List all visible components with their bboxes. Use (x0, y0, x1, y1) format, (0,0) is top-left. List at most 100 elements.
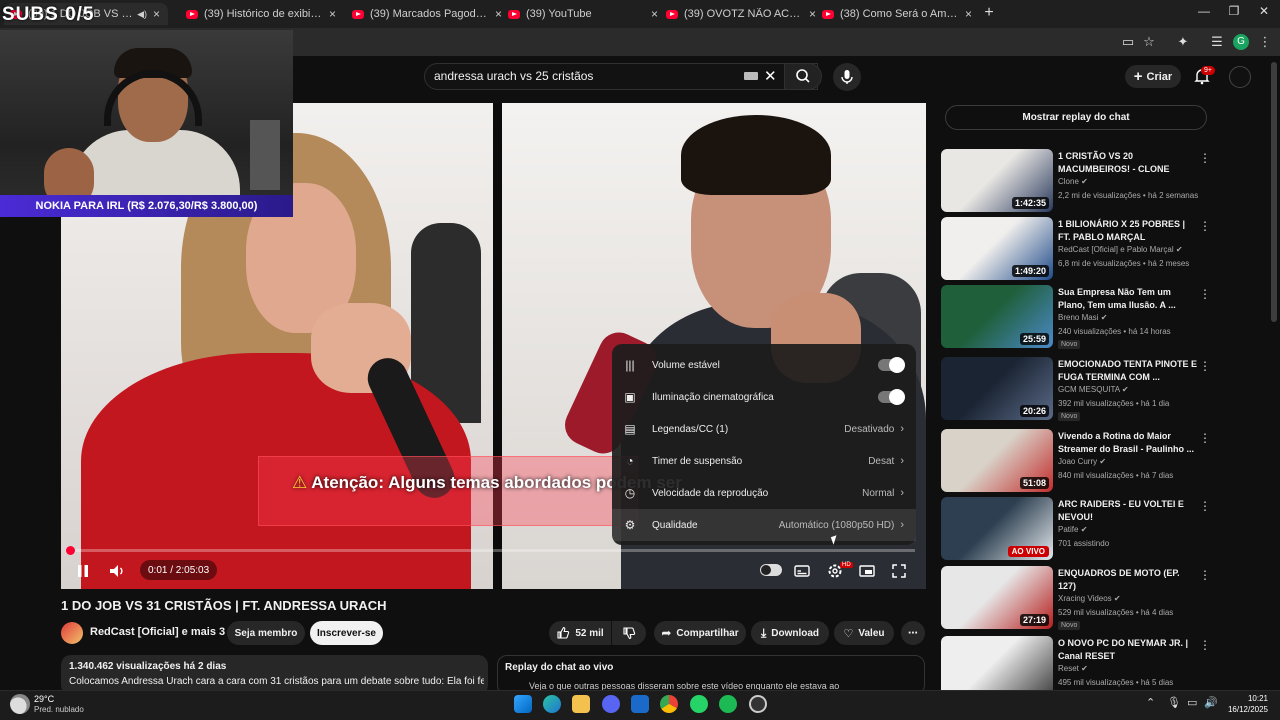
discord-icon[interactable] (602, 695, 620, 713)
clear-search-icon[interactable]: ✕ (764, 67, 777, 85)
download-button[interactable]: ⤓ Download (751, 621, 829, 645)
file-explorer-icon[interactable] (572, 695, 590, 713)
progress-bar[interactable] (70, 549, 915, 552)
recommended-video[interactable]: 1:49:20 1 BILIONÁRIO X 25 POBRES | FT. PA… (941, 217, 1211, 281)
video-thumbnail[interactable]: 51:08 (941, 429, 1053, 492)
browser-menu-icon[interactable]: ⋮ (1257, 34, 1273, 50)
whatsapp-icon[interactable] (690, 695, 708, 713)
settings-row[interactable]: ▣ Iluminação cinematográfica (612, 381, 916, 413)
tab-close-icon[interactable]: × (329, 7, 336, 21)
recommended-video[interactable]: 25:59 Sua Empresa Não Tem um Plano, Tem u… (941, 285, 1211, 349)
recommended-video[interactable]: 51:08 Vivendo a Rotina do Maior Streamer … (941, 429, 1211, 493)
profile-avatar-icon[interactable]: G (1233, 34, 1249, 50)
subscribe-button[interactable]: Inscrever-se (310, 621, 383, 645)
mute-button[interactable] (106, 560, 128, 582)
bookmark-star-icon[interactable]: ☆ (1141, 34, 1157, 50)
settings-row[interactable]: ◔ Timer de suspensão Desat › (612, 445, 916, 477)
tab-close-icon[interactable]: × (495, 7, 502, 21)
more-options-icon[interactable]: ⋮ (1199, 219, 1211, 233)
recommended-channel[interactable]: Clone ✔ (1058, 177, 1088, 186)
recommended-video[interactable]: 20:26 EMOCIONADO TENTA PINOTE E FUGA TERM… (941, 357, 1211, 421)
create-button[interactable]: + Criar (1125, 65, 1181, 88)
minimize-button[interactable]: — (1194, 4, 1214, 18)
channel-avatar[interactable] (61, 622, 83, 644)
start-windows-icon[interactable] (514, 695, 532, 713)
pause-button[interactable] (72, 560, 94, 582)
more-options-icon[interactable]: ⋮ (1199, 359, 1211, 373)
edge-browser-icon[interactable] (543, 695, 561, 713)
browser-tab[interactable]: (38) Como Será o Amanhã | Ma × (816, 3, 980, 25)
new-tab-button[interactable]: + (980, 4, 998, 22)
account-avatar[interactable] (1229, 66, 1251, 88)
settings-row[interactable]: ◷ Velocidade da reprodução Normal › (612, 477, 916, 509)
settings-toggle[interactable] (878, 357, 905, 373)
recommended-title[interactable]: Vivendo a Rotina do Maior Streamer do Br… (1058, 430, 1198, 456)
recommended-title[interactable]: EMOCIONADO TENTA PINOTE E FUGA TERMINA C… (1058, 358, 1198, 384)
speaker-icon[interactable]: 🔊 (1204, 696, 1218, 709)
reading-list-icon[interactable]: ☰ (1209, 34, 1225, 50)
more-options-icon[interactable]: ⋮ (1199, 568, 1211, 582)
tab-close-icon[interactable]: × (965, 7, 972, 21)
page-scrollbar[interactable] (1271, 62, 1277, 322)
show-chat-replay-button[interactable]: Mostrar replay do chat (945, 105, 1207, 130)
more-actions-button[interactable]: ⋯ (901, 621, 925, 645)
settings-row[interactable]: ||| Volume estável (612, 349, 916, 381)
tab-close-icon[interactable]: × (153, 7, 160, 21)
keyboard-icon[interactable] (744, 72, 758, 80)
video-thumbnail[interactable]: 25:59 (941, 285, 1053, 348)
taskbar-clock[interactable]: 10:21 16/12/2025 (1226, 693, 1268, 715)
obs-studio-icon[interactable] (749, 695, 767, 713)
video-thumbnail[interactable]: 20:26 (941, 357, 1053, 420)
cast-icon[interactable]: ▭ (1120, 34, 1136, 50)
maximize-button[interactable]: ❐ (1224, 4, 1244, 18)
search-button[interactable] (784, 63, 822, 90)
browser-tab[interactable]: (39) Marcados Pagode Gospel | × (346, 3, 510, 25)
recommended-channel[interactable]: Reset ✔ (1058, 664, 1088, 673)
browser-tab[interactable]: (39) OVOTZ NÃO ACREDITOU C × (660, 3, 824, 25)
recommended-title[interactable]: 1 BILIONÁRIO X 25 POBRES | FT. PABLO MAR… (1058, 218, 1198, 244)
settings-toggle[interactable] (878, 389, 905, 405)
thanks-button[interactable]: ♡ Valeu (834, 621, 894, 645)
recommended-channel[interactable]: RedCast [Oficial] e Pablo Marçal ✔ (1058, 245, 1183, 254)
more-options-icon[interactable]: ⋮ (1199, 287, 1211, 301)
chrome-browser-icon[interactable] (660, 695, 678, 713)
recommended-video[interactable]: 27:19 ENQUADROS DE MOTO (EP. 127) Xracing … (941, 566, 1211, 630)
more-options-icon[interactable]: ⋮ (1199, 499, 1211, 513)
network-icon[interactable]: ▭ (1187, 696, 1197, 709)
video-thumbnail[interactable]: 1:42:35 (941, 149, 1053, 212)
window-close-button[interactable]: ✕ (1254, 4, 1274, 18)
tray-overflow-chevron-icon[interactable]: ⌃ (1146, 696, 1155, 709)
voice-search-button[interactable] (833, 63, 861, 91)
spotify-icon[interactable] (719, 695, 737, 713)
settings-row[interactable]: ▤ Legendas/CC (1) Desativado › (612, 413, 916, 445)
video-thumbnail[interactable]: 27:19 (941, 566, 1053, 629)
share-button[interactable]: ➦ Compartilhar (654, 621, 746, 645)
browser-tab[interactable]: (39) YouTube × (502, 3, 666, 25)
browser-tab[interactable]: (39) Histórico de exibição - You × (180, 3, 344, 25)
recommended-title[interactable]: O NOVO PC DO NEYMAR JR. | Canal RESET (1058, 637, 1198, 663)
search-input[interactable]: andressa urach vs 25 cristãos (434, 69, 593, 83)
recommended-channel[interactable]: Xracing Videos ✔ (1058, 594, 1121, 603)
theater-mode-button[interactable] (856, 560, 878, 582)
microphone-tray-icon[interactable]: 🎙 (1167, 696, 1181, 709)
more-options-icon[interactable]: ⋮ (1199, 151, 1211, 165)
recommended-title[interactable]: ARC RAIDERS - EU VOLTEI E NEVOU! (1058, 498, 1198, 524)
speaker-icon[interactable]: ◀) (137, 9, 147, 20)
scrubber-handle[interactable] (66, 546, 75, 555)
like-button[interactable]: 52 mil (549, 621, 611, 645)
join-button[interactable]: Seja membro (227, 621, 305, 645)
streaming-app-icon[interactable] (631, 695, 649, 713)
recommended-channel[interactable]: Breno Masi ✔ (1058, 313, 1107, 322)
recommended-channel[interactable]: GCM MESQUITA ✔ (1058, 385, 1129, 394)
recommended-title[interactable]: Sua Empresa Não Tem um Plano, Tem uma Il… (1058, 286, 1198, 312)
recommended-title[interactable]: ENQUADROS DE MOTO (EP. 127) (1058, 567, 1198, 593)
tab-close-icon[interactable]: × (651, 7, 658, 21)
recommended-title[interactable]: 1 CRISTÃO VS 20 MACUMBEIROS! - CLONE (1058, 150, 1198, 176)
settings-row[interactable]: ⚙ Qualidade Automático (1080p50 HD) › (612, 509, 916, 541)
recommended-channel[interactable]: Patife ✔ (1058, 525, 1087, 534)
more-options-icon[interactable]: ⋮ (1199, 431, 1211, 445)
recommended-video[interactable]: AO VIVO ARC RAIDERS - EU VOLTEI E NEVOU! … (941, 497, 1211, 561)
channel-name[interactable]: RedCast [Oficial] e mais 3 (90, 626, 225, 638)
subtitles-button[interactable] (791, 560, 813, 582)
video-thumbnail[interactable]: 1:49:20 (941, 217, 1053, 280)
